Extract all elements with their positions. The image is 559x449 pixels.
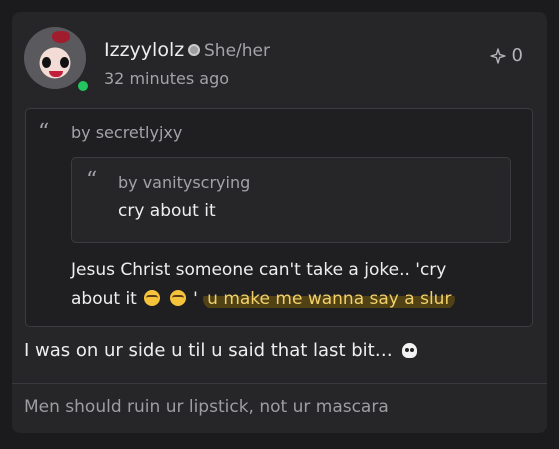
user-signature: Men should ruin ur lipstick, not ur masc… xyxy=(24,397,389,417)
quote-text-prefix: about it xyxy=(71,289,137,309)
avatar-mouth xyxy=(49,71,63,77)
reaction-count: 0 xyxy=(511,45,523,66)
username[interactable]: Izzyylolz xyxy=(104,39,184,61)
badge-icon xyxy=(188,44,200,56)
timestamp: 32 minutes ago xyxy=(104,69,230,88)
nested-quote-block: “ by vanityscrying cry about it xyxy=(71,157,511,243)
pronouns: She/her xyxy=(204,41,270,61)
online-status-dot xyxy=(76,79,90,93)
skull-emoji-icon xyxy=(402,343,418,358)
post-card: Izzyylolz She/her 32 minutes ago 0 “ by … xyxy=(12,12,547,433)
avatar-bow-shape xyxy=(52,31,70,43)
avatar-eye-left xyxy=(42,57,51,68)
avatar-eye-right xyxy=(60,57,69,68)
reaction-button[interactable]: 0 xyxy=(489,45,523,66)
nested-quote-text: cry about it xyxy=(118,201,216,221)
quote-text-apostrophe: ' xyxy=(193,289,198,309)
nerd-emoji-icon xyxy=(169,290,186,306)
quote-block: “ by secretlyjxy “ by vanityscrying cry … xyxy=(25,108,533,327)
avatar[interactable] xyxy=(24,27,86,89)
quote-mark-icon: “ xyxy=(38,120,50,145)
quote-author[interactable]: by secretlyjxy xyxy=(71,123,182,142)
post-header: Izzyylolz She/her 32 minutes ago 0 xyxy=(12,12,547,108)
highlighted-text: u make me wanna say a slur xyxy=(203,289,456,309)
reply-text: I was on ur side u til u said that last … xyxy=(24,340,418,361)
signature-divider xyxy=(12,383,547,384)
nerd-emoji-icon xyxy=(144,290,161,306)
nested-quote-mark-icon: “ xyxy=(86,168,98,193)
reply-text-body: I was on ur side u til u said that last … xyxy=(24,340,393,361)
sparkle-icon xyxy=(489,47,506,64)
nested-quote-author[interactable]: by vanityscrying xyxy=(118,173,250,192)
quote-text-line1: Jesus Christ someone can't take a joke..… xyxy=(71,260,447,280)
quote-text: Jesus Christ someone can't take a joke..… xyxy=(71,256,501,314)
